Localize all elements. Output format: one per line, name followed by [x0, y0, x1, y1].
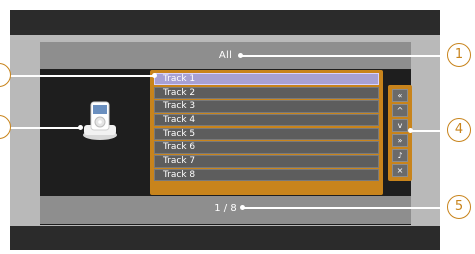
track-item[interactable]: Track 5: [154, 127, 379, 141]
callout-line-3: [10, 75, 155, 77]
callout-dot-4: [408, 128, 413, 133]
callout-line-1: [240, 55, 450, 57]
callout-line-4: [410, 130, 450, 132]
callout-badge-1: 1: [447, 43, 471, 67]
close-icon[interactable]: ×: [392, 164, 408, 177]
track-list: Track 1 Track 2 Track 3 Track 4 Track 5 …: [150, 70, 383, 195]
callout-line-2: [10, 127, 80, 129]
control-panel: « ^ v » ♪ ×: [388, 85, 412, 181]
track-item[interactable]: Track 1: [154, 73, 379, 86]
callout-badge-5: 5: [447, 195, 471, 219]
track-item[interactable]: Track 8: [154, 168, 379, 182]
callout-dot-5: [240, 205, 245, 210]
double-chevron-down-icon[interactable]: »: [392, 134, 408, 147]
track-item[interactable]: Track 6: [154, 141, 379, 154]
double-chevron-up-icon[interactable]: «: [392, 89, 408, 102]
music-note-icon[interactable]: ♪: [392, 149, 408, 162]
track-item[interactable]: Track 7: [154, 155, 379, 168]
chevron-up-icon[interactable]: ^: [392, 104, 408, 117]
track-item[interactable]: Track 3: [154, 100, 379, 113]
track-item[interactable]: Track 2: [154, 86, 379, 100]
page-indicator: 1 / 8: [214, 203, 237, 214]
callout-badge-4: 4: [447, 118, 471, 142]
chevron-down-icon[interactable]: v: [392, 119, 408, 132]
ipod-dock-icon: [83, 101, 117, 140]
callout-dot-1: [238, 53, 243, 58]
callout-dot-3: [152, 73, 157, 78]
callout-line-5: [242, 207, 450, 209]
callout-dot-2: [78, 125, 83, 130]
track-item[interactable]: Track 4: [154, 114, 379, 127]
